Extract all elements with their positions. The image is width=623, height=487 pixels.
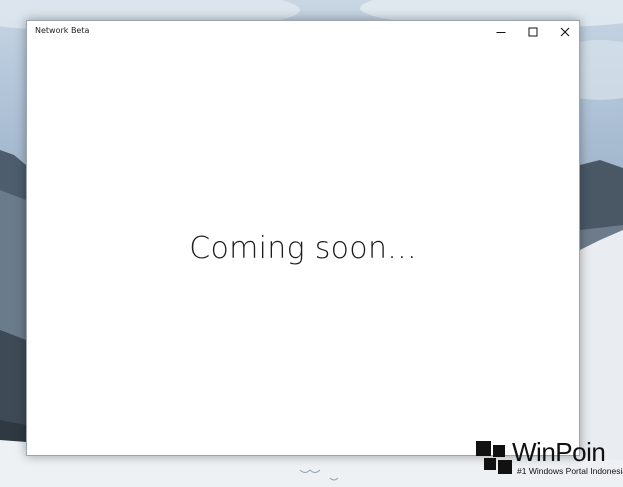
watermark-tagline: #1 Windows Portal Indonesia	[517, 466, 623, 476]
maximize-button[interactable]	[517, 21, 549, 43]
app-window: Network Beta Coming soon...	[26, 20, 580, 456]
watermark-brand: WinPoin	[512, 437, 606, 467]
minimize-icon	[496, 32, 506, 33]
minimize-button[interactable]	[485, 21, 517, 43]
coming-soon-message: Coming soon...	[189, 231, 417, 266]
winpoin-logo-icon	[476, 441, 512, 474]
title-bar[interactable]: Network Beta	[27, 21, 579, 43]
maximize-icon	[528, 27, 538, 37]
close-button[interactable]	[549, 21, 581, 43]
watermark: WinPoin #1 Windows Portal Indonesia	[476, 437, 623, 481]
window-title: Network Beta	[35, 26, 90, 35]
close-icon	[560, 27, 570, 37]
